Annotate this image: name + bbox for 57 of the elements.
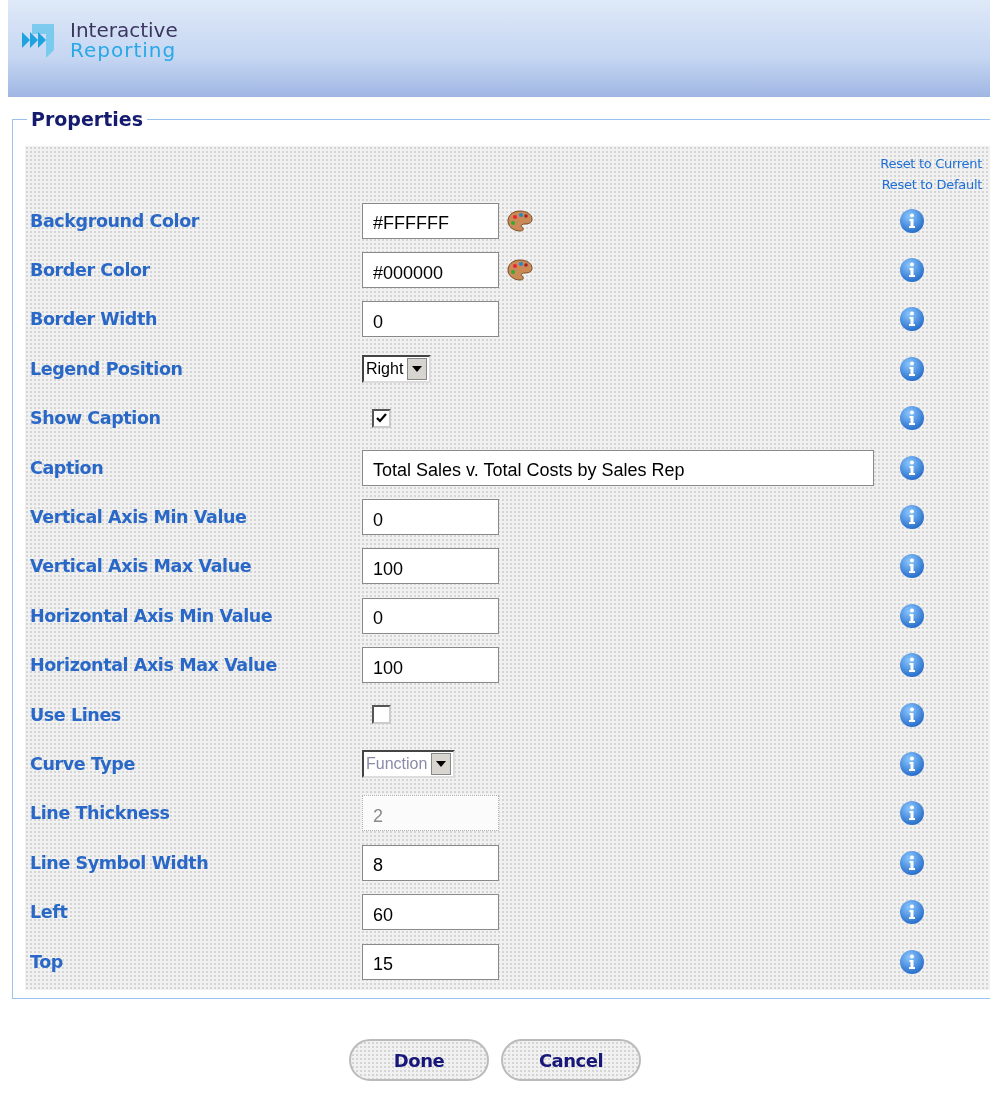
property-label: Curve Type bbox=[30, 754, 136, 774]
panel-title: Properties bbox=[27, 108, 147, 130]
info-icon[interactable] bbox=[899, 899, 925, 926]
property-label: Caption bbox=[30, 457, 105, 478]
info-icon[interactable] bbox=[899, 306, 925, 333]
palette-icon[interactable] bbox=[507, 259, 533, 282]
text-field[interactable]: 0 bbox=[362, 301, 499, 338]
logo-text: Interactive bbox=[70, 20, 178, 40]
text-field[interactable]: 100 bbox=[362, 548, 499, 585]
info-icon[interactable] bbox=[899, 701, 925, 728]
done-button[interactable]: Done bbox=[349, 1039, 489, 1082]
info-icon[interactable] bbox=[899, 405, 925, 432]
property-label: Vertical Axis Max Value bbox=[30, 556, 253, 577]
color-field[interactable]: #FFFFFF bbox=[362, 202, 499, 239]
info-icon[interactable] bbox=[899, 800, 925, 827]
dropdown[interactable]: Right bbox=[362, 354, 432, 383]
property-label: Background Color bbox=[30, 210, 201, 231]
logo-text: Reporting bbox=[70, 40, 178, 60]
property-label: Line Symbol Width bbox=[30, 852, 210, 873]
text-field[interactable]: 60 bbox=[362, 894, 499, 931]
checkbox[interactable] bbox=[372, 705, 391, 725]
reset-link[interactable]: Reset to Default bbox=[881, 177, 982, 192]
info-icon[interactable] bbox=[899, 504, 925, 531]
info-icon[interactable] bbox=[899, 751, 925, 777]
color-field[interactable]: #000000 bbox=[362, 252, 499, 289]
info-icon[interactable] bbox=[899, 257, 925, 284]
property-label: Line Thickness bbox=[30, 803, 171, 824]
property-label: Use Lines bbox=[30, 704, 122, 725]
text-field[interactable]: 0 bbox=[362, 499, 499, 536]
reset-link[interactable]: Reset to Current bbox=[880, 156, 982, 171]
info-icon[interactable] bbox=[899, 207, 925, 234]
text-field[interactable]: 100 bbox=[362, 647, 499, 684]
info-icon[interactable] bbox=[899, 553, 925, 580]
info-icon[interactable] bbox=[899, 602, 925, 629]
info-icon[interactable] bbox=[899, 355, 925, 382]
property-label: Vertical Axis Min Value bbox=[30, 507, 248, 528]
property-label: Legend Position bbox=[30, 358, 184, 379]
text-field[interactable]: 15 bbox=[362, 943, 499, 980]
text-field[interactable]: 0 bbox=[362, 597, 499, 634]
palette-icon[interactable] bbox=[507, 209, 533, 232]
info-icon[interactable] bbox=[899, 652, 925, 679]
text-field[interactable]: 8 bbox=[362, 844, 499, 881]
property-label: Show Caption bbox=[30, 408, 162, 429]
info-icon[interactable] bbox=[899, 849, 925, 876]
property-label: Horizontal Axis Max Value bbox=[30, 655, 278, 676]
text-field[interactable]: Total Sales v. Total Costs by Sales Rep bbox=[362, 449, 874, 486]
property-label: Left bbox=[30, 902, 69, 923]
property-label: Horizontal Axis Min Value bbox=[30, 605, 274, 626]
property-label: Border Color bbox=[30, 260, 151, 281]
dropdown-arrow-icon[interactable] bbox=[412, 365, 423, 372]
cancel-button[interactable]: Cancel bbox=[501, 1039, 641, 1082]
check-icon bbox=[376, 412, 387, 424]
info-icon[interactable] bbox=[899, 948, 925, 975]
checkbox[interactable] bbox=[372, 408, 391, 428]
property-label: Border Width bbox=[30, 309, 158, 330]
property-label: Top bbox=[30, 951, 64, 972]
info-icon[interactable] bbox=[899, 454, 925, 481]
